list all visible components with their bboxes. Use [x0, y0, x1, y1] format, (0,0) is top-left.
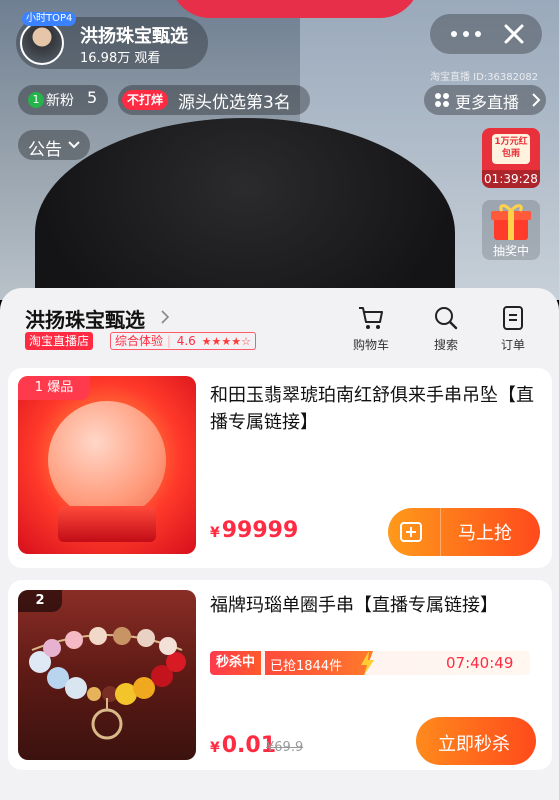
bracelet-image — [29, 627, 186, 740]
grab-now-label: 马上抢 — [458, 523, 512, 544]
order-label: 订单 — [500, 338, 525, 352]
viewer-count: 16.98万 观看 — [80, 51, 161, 66]
more-live-label: 更多直播 — [455, 93, 520, 112]
fans-label: 新粉 — [46, 93, 74, 109]
top-banner-decoration — [170, 0, 420, 18]
product-image-base — [58, 506, 156, 542]
grid-icon — [435, 93, 449, 107]
rating-box[interactable]: 综合体验 | 4.6 ★★★★☆ — [110, 332, 256, 350]
product-title[interactable]: 和田玉翡翠琥珀南红舒俱来手串吊坠【直播专属链接】 — [210, 382, 540, 436]
rating-label: 综合体验 — [115, 334, 164, 348]
more-icon[interactable] — [446, 20, 486, 48]
countdown-timer: 07:40:49 — [446, 654, 514, 672]
order-button[interactable]: 订单 — [485, 306, 541, 353]
product-title[interactable]: 福牌玛瑙单圈手串【直播专属链接】 — [210, 592, 530, 619]
shop-name[interactable]: 洪扬珠宝甄选 — [25, 304, 145, 333]
cart-button[interactable]: 购物车 — [343, 306, 399, 353]
platform-badge: 淘宝直播店 — [25, 332, 94, 350]
fans-count: 5 — [87, 88, 98, 107]
order-icon — [503, 306, 523, 330]
add-to-cart-icon — [400, 522, 422, 542]
original-price: ¥69.9 — [266, 740, 304, 755]
room-id: 淘宝直播 ID:36382082 — [430, 72, 539, 83]
flash-buy-label: 立即秒杀 — [438, 734, 510, 755]
chevron-down-icon — [68, 141, 80, 149]
fans-icon: 1 — [28, 92, 44, 108]
product-image[interactable] — [18, 590, 196, 760]
rank-text: 源头优选第3名 — [178, 93, 291, 113]
anchor-rank-badge: 小时TOP4 — [22, 12, 77, 26]
anchor-name[interactable]: 洪扬珠宝甄选 — [80, 22, 188, 48]
notice-label: 公告 — [28, 140, 62, 160]
gift-icon — [491, 204, 531, 240]
lottery-label: 抽奖中 — [492, 244, 529, 258]
product-price: ¥99999 — [210, 518, 298, 543]
rating-stars: ★★★★☆ — [201, 335, 251, 348]
search-label: 搜索 — [433, 338, 458, 352]
chevron-right-icon — [532, 93, 541, 107]
product-image-ball — [48, 401, 166, 519]
price-symbol: ¥ — [210, 525, 220, 541]
rating-score: 4.6 — [176, 334, 196, 348]
product-image[interactable] — [18, 376, 196, 554]
rank-number-tag: 2 — [18, 590, 62, 612]
flash-sale-tag: 秒杀中 — [210, 651, 262, 675]
sold-count: 已抢1844件 — [270, 659, 343, 674]
chevron-right-icon[interactable] — [161, 310, 169, 324]
search-icon — [435, 307, 458, 330]
avatar[interactable] — [20, 21, 64, 65]
rank-badge: 不打烊 — [122, 90, 169, 110]
cart-icon — [359, 307, 383, 329]
search-button[interactable]: 搜索 — [418, 306, 474, 353]
price-symbol: ¥ — [210, 740, 220, 756]
lightning-icon — [361, 651, 374, 675]
price-value: 99999 — [221, 518, 299, 543]
red-packet-timer: 01:39:28 — [482, 170, 540, 188]
red-packet-text: 1万元红包雨 — [492, 134, 530, 164]
hot-tag: 1 爆品 — [18, 376, 90, 400]
cart-label: 购物车 — [352, 338, 389, 352]
close-icon[interactable] — [500, 20, 528, 48]
button-divider — [440, 508, 441, 556]
